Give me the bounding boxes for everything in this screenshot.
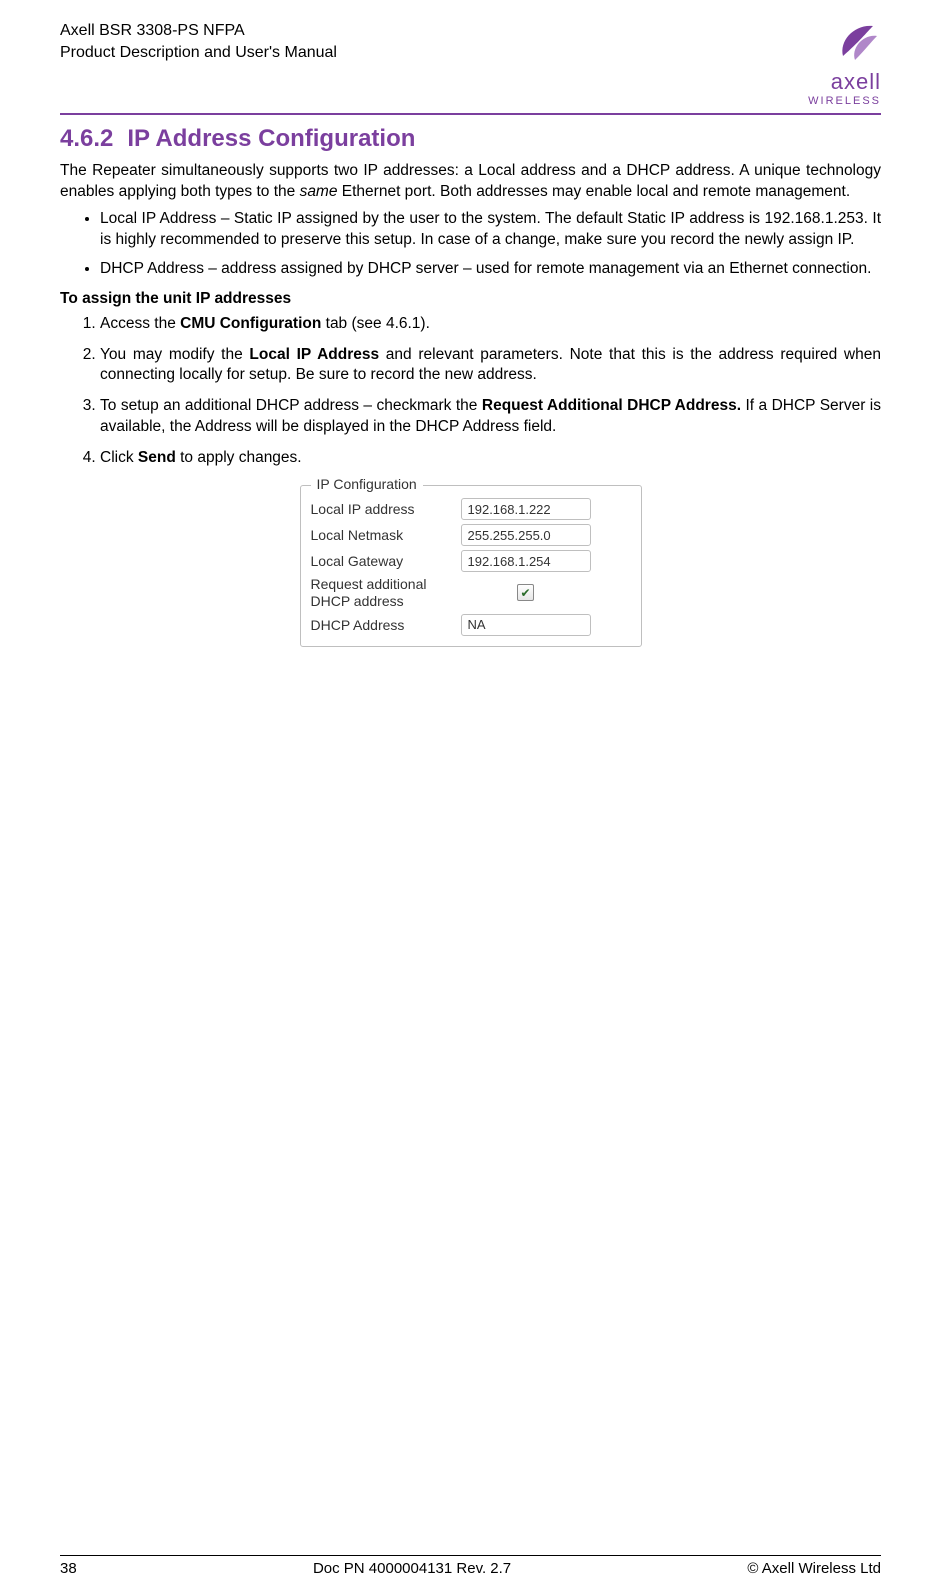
page-footer: 38 Doc PN 4000004131 Rev. 2.7 © Axell Wi… (60, 1555, 881, 1577)
header-line-1: Axell BSR 3308-PS NFPA (60, 20, 337, 42)
footer-page-number: 38 (60, 1560, 77, 1577)
header-line-2: Product Description and User's Manual (60, 42, 337, 64)
row-local-gateway: Local Gateway (311, 550, 631, 572)
check-icon: ✔ (520, 586, 530, 600)
input-local-ip[interactable] (461, 498, 591, 520)
logo-text: axell (831, 69, 881, 94)
ip-configuration-panel: IP Configuration Local IP address Local … (300, 485, 642, 647)
brand-logo: axell WIRELESS (808, 20, 881, 107)
header-product-text: Axell BSR 3308-PS NFPA Product Descripti… (60, 20, 337, 65)
input-dhcp-address[interactable] (461, 614, 591, 636)
input-local-netmask[interactable] (461, 524, 591, 546)
section-number: 4.6.2 (60, 125, 113, 152)
section-title: IP Address Configuration (127, 125, 415, 152)
row-dhcp-address: DHCP Address (311, 614, 631, 636)
label-request-dhcp: Request additional DHCP address (311, 576, 461, 610)
step-2: You may modify the Local IP Address and … (100, 345, 881, 387)
logo-subtext: WIRELESS (808, 95, 881, 107)
page-header: Axell BSR 3308-PS NFPA Product Descripti… (60, 20, 881, 115)
label-dhcp-address: DHCP Address (311, 617, 461, 633)
row-request-dhcp: Request additional DHCP address ✔ (311, 576, 631, 610)
step-3: To setup an additional DHCP address – ch… (100, 396, 881, 438)
bullet-dhcp: DHCP Address – address assigned by DHCP … (100, 259, 881, 280)
ip-config-legend: IP Configuration (311, 476, 423, 492)
bullet-local-ip: Local IP Address – Static IP assigned by… (100, 209, 881, 251)
procedure-steps: Access the CMU Configuration tab (see 4.… (60, 314, 881, 470)
intro-paragraph: The Repeater simultaneously supports two… (60, 161, 881, 203)
footer-doc-id: Doc PN 4000004131 Rev. 2.7 (313, 1560, 511, 1577)
row-local-ip: Local IP address (311, 498, 631, 520)
procedure-subheading: To assign the unit IP addresses (60, 290, 881, 308)
label-local-netmask: Local Netmask (311, 527, 461, 543)
step-1: Access the CMU Configuration tab (see 4.… (100, 314, 881, 335)
input-local-gateway[interactable] (461, 550, 591, 572)
section-heading: 4.6.2 IP Address Configuration (60, 125, 881, 153)
label-local-ip: Local IP address (311, 501, 461, 517)
step-4: Click Send to apply changes. (100, 448, 881, 469)
checkbox-request-dhcp[interactable]: ✔ (517, 584, 534, 601)
label-local-gateway: Local Gateway (311, 553, 461, 569)
feature-bullets: Local IP Address – Static IP assigned by… (60, 209, 881, 280)
axell-logo-icon (837, 20, 881, 69)
row-local-netmask: Local Netmask (311, 524, 631, 546)
footer-copyright: © Axell Wireless Ltd (747, 1560, 881, 1577)
